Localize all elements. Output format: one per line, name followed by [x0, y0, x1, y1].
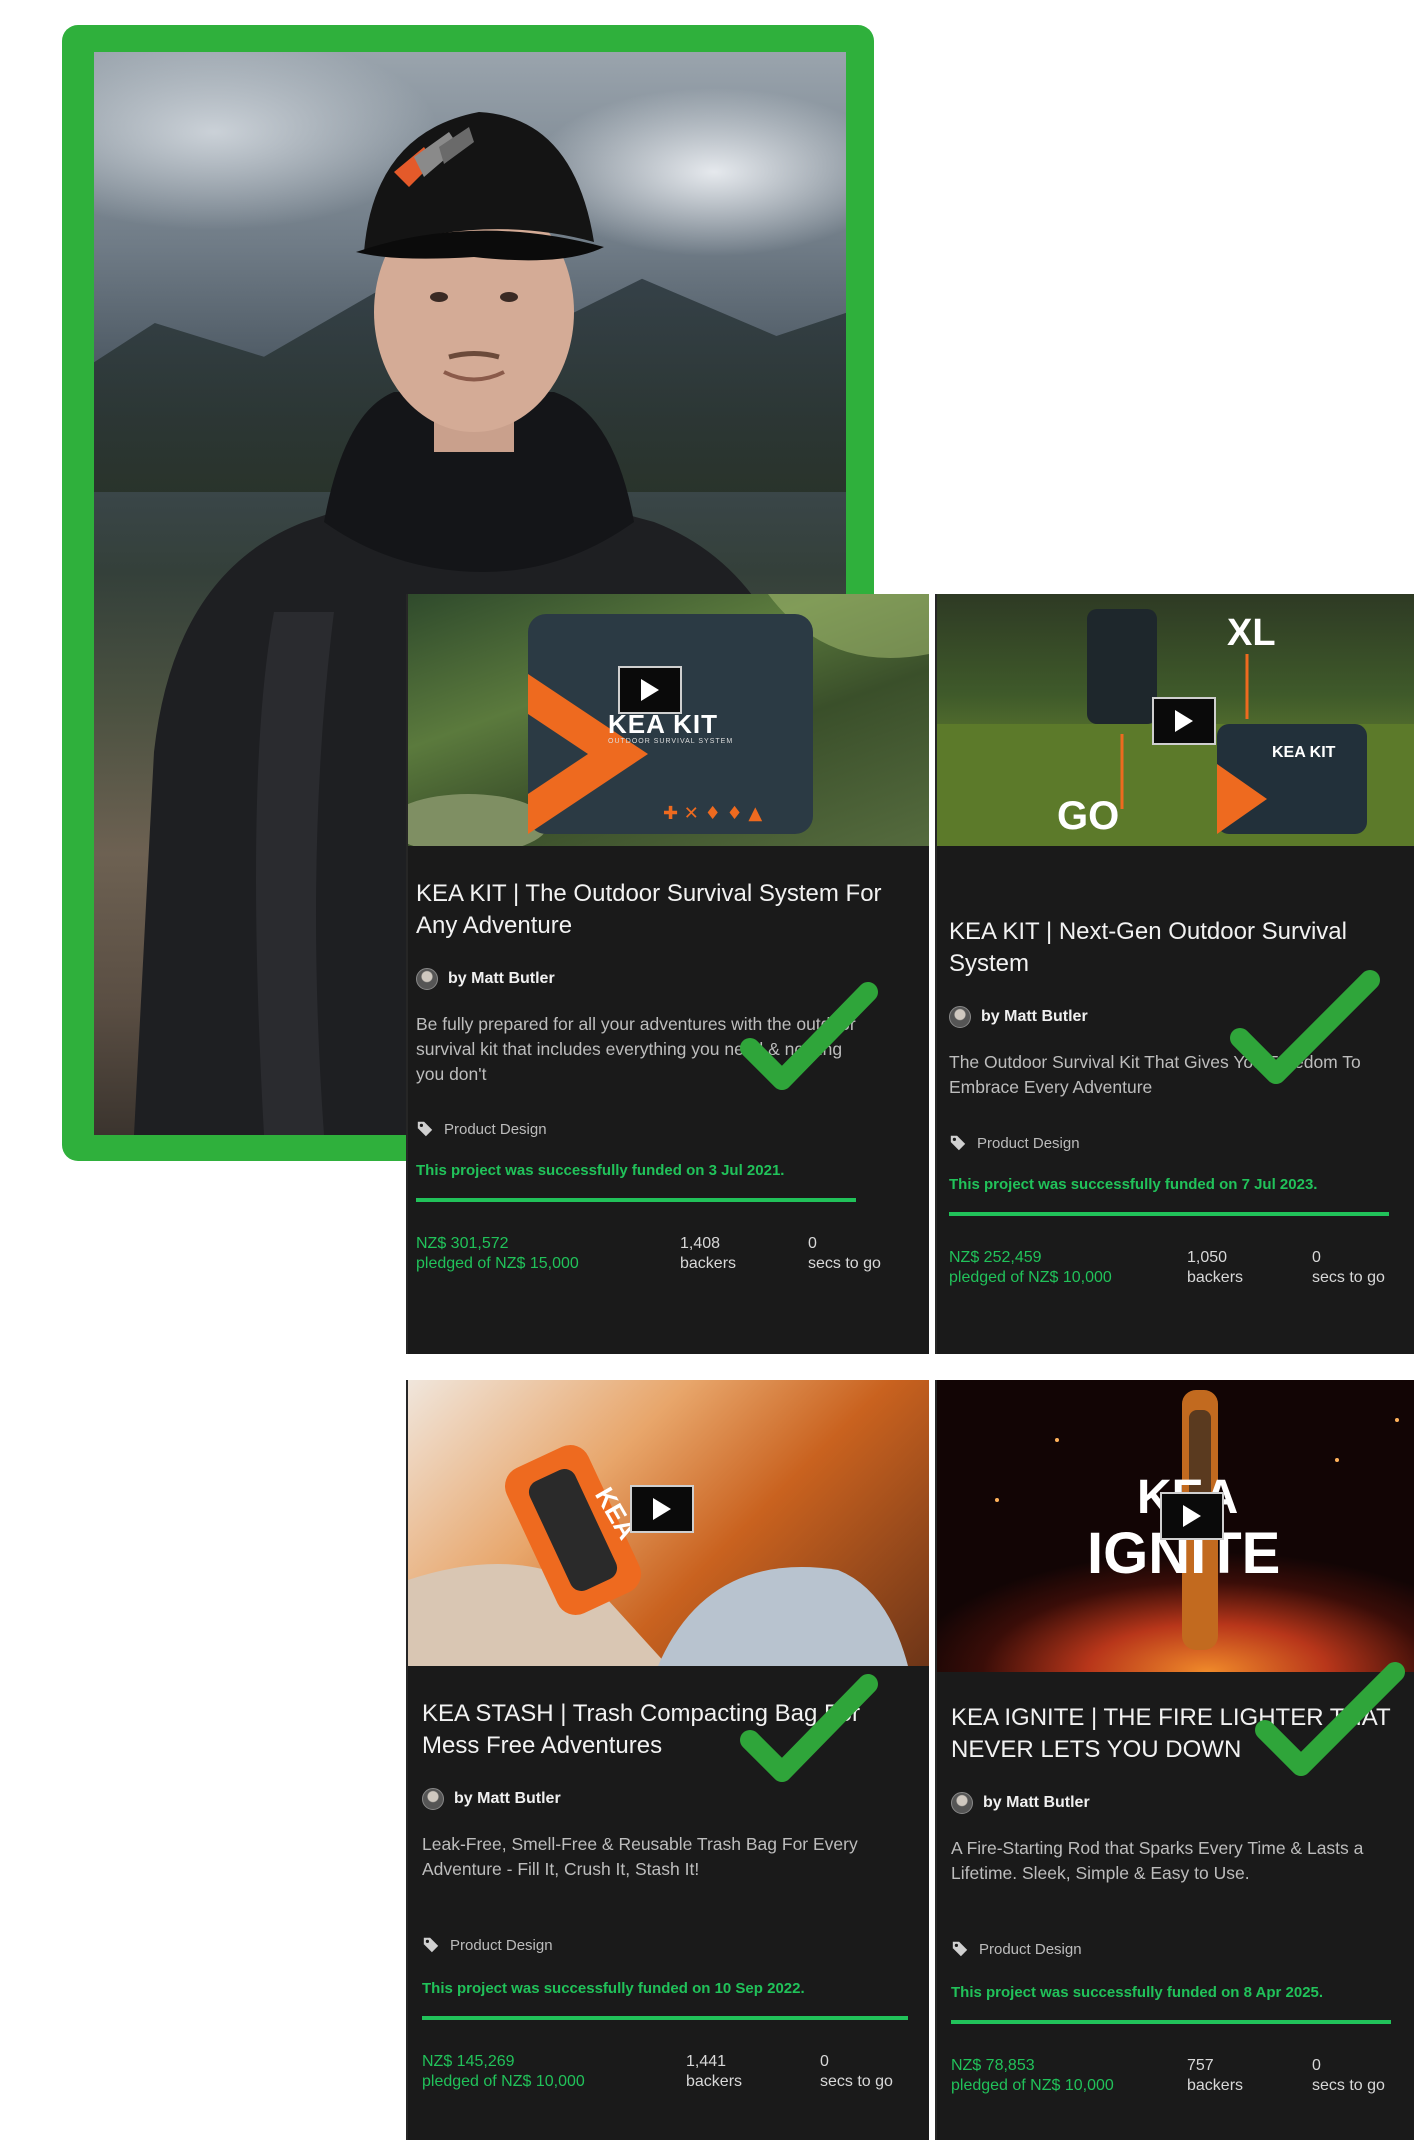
funding-progress-bar [949, 1212, 1389, 1216]
backers-count: 757 [1187, 2057, 1214, 2074]
secs-label: secs to go [820, 2073, 893, 2090]
pledged-stat: NZ$ 145,269 pledged of NZ$ 10,000 [422, 2052, 585, 2092]
checkmark-icon [740, 982, 878, 1090]
pledged-amount: NZ$ 252,459 [949, 1249, 1042, 1266]
creator-byline[interactable]: by Matt Butler [416, 968, 555, 990]
pledged-amount: NZ$ 145,269 [422, 2053, 515, 2070]
backers-stat: 1,050 backers [1187, 1248, 1243, 1288]
project-thumbnail[interactable]: XL GO KEA KIT [937, 594, 1414, 846]
checkmark-icon [1255, 1662, 1405, 1776]
funding-progress-bar [416, 1198, 856, 1202]
time-left-stat: 0 secs to go [1312, 1248, 1385, 1288]
pledged-amount: NZ$ 301,572 [416, 1235, 509, 1252]
time-left-stat: 0 secs to go [820, 2052, 893, 2092]
pledged-amount: NZ$ 78,853 [951, 2057, 1035, 2074]
secs-count: 0 [1312, 2057, 1321, 2074]
pledged-stat: NZ$ 252,459 pledged of NZ$ 10,000 [949, 1248, 1112, 1288]
backers-label: backers [1187, 2077, 1244, 2094]
avatar [422, 1788, 444, 1810]
creator-name: by Matt Butler [448, 970, 555, 987]
funding-progress-bar [951, 2020, 1391, 2024]
secs-label: secs to go [1312, 2077, 1385, 2094]
secs-label: secs to go [808, 1255, 881, 1272]
category-label: Product Design [979, 1940, 1082, 1958]
thumbnail-subbrand: OUTDOOR SURVIVAL SYSTEM [608, 738, 734, 745]
backers-stat: 757 backers [1187, 2056, 1243, 2096]
play-button[interactable] [630, 1485, 694, 1533]
play-button[interactable] [1152, 697, 1216, 745]
thumbnail-brand: KEA KIT [1272, 744, 1336, 761]
project-thumbnail[interactable]: ✚ ✕ ♦ ♦ ▲ KEA KIT OUTDOOR SURVIVAL SYSTE… [408, 594, 929, 846]
pledged-goal: pledged of NZ$ 15,000 [416, 1255, 579, 1272]
funded-status: This project was successfully funded on … [422, 1980, 805, 1997]
backers-count: 1,441 [686, 2053, 727, 2070]
tag-icon [423, 1937, 439, 1953]
category-label: Product Design [450, 1936, 553, 1954]
creator-name: by Matt Butler [983, 1794, 1090, 1811]
thumbnail-size-go: GO [1057, 794, 1120, 838]
avatar [951, 1792, 973, 1814]
creator-byline[interactable]: by Matt Butler [951, 1792, 1090, 1814]
secs-count: 0 [808, 1235, 817, 1252]
creator-name: by Matt Butler [454, 1790, 561, 1807]
avatar [949, 1006, 971, 1028]
project-blurb: Leak-Free, Smell-Free & Reusable Trash B… [422, 1834, 858, 1879]
creator-byline[interactable]: by Matt Butler [422, 1788, 561, 1810]
pledged-goal: pledged of NZ$ 10,000 [949, 1269, 1112, 1286]
pledged-goal: pledged of NZ$ 10,000 [422, 2073, 585, 2090]
category-label: Product Design [977, 1134, 1080, 1152]
funded-status: This project was successfully funded on … [949, 1176, 1318, 1193]
secs-count: 0 [820, 2053, 829, 2070]
project-title[interactable]: KEA KIT | The Outdoor Survival System Fo… [416, 878, 916, 942]
backers-count: 1,050 [1187, 1249, 1228, 1266]
time-left-stat: 0 secs to go [1312, 2056, 1385, 2096]
project-thumbnail[interactable]: KEA IGNITE [937, 1380, 1414, 1672]
play-icon [1175, 710, 1193, 732]
play-icon [1183, 1505, 1201, 1527]
creator-name: by Matt Butler [981, 1008, 1088, 1025]
funded-status: This project was successfully funded on … [416, 1162, 785, 1179]
pledged-goal: pledged of NZ$ 10,000 [951, 2077, 1114, 2094]
category-tag[interactable]: Product Design [416, 1120, 547, 1138]
play-button[interactable] [618, 666, 682, 714]
category-label: Product Design [444, 1120, 547, 1138]
creator-byline[interactable]: by Matt Butler [949, 1006, 1088, 1028]
backers-count: 1,408 [680, 1235, 721, 1252]
project-thumbnail[interactable]: KEA [408, 1380, 929, 1666]
funded-status: This project was successfully funded on … [951, 1984, 1324, 2001]
project-card-kea-kit[interactable]: ✚ ✕ ♦ ♦ ▲ KEA KIT OUTDOOR SURVIVAL SYSTE… [406, 594, 929, 1354]
funding-progress-bar [422, 2016, 908, 2020]
pledged-stat: NZ$ 301,572 pledged of NZ$ 15,000 [416, 1234, 579, 1274]
time-left-stat: 0 secs to go [808, 1234, 881, 1274]
play-icon [641, 679, 659, 701]
play-button[interactable] [1160, 1492, 1224, 1540]
avatar [416, 968, 438, 990]
play-icon [653, 1498, 671, 1520]
backers-label: backers [686, 2073, 743, 2090]
category-tag[interactable]: Product Design [422, 1936, 553, 1954]
tag-icon [950, 1135, 966, 1151]
backers-label: backers [1187, 1269, 1244, 1286]
category-tag[interactable]: Product Design [949, 1134, 1080, 1152]
backers-stat: 1,408 backers [680, 1234, 736, 1274]
backers-stat: 1,441 backers [686, 2052, 742, 2092]
secs-count: 0 [1312, 1249, 1321, 1266]
tag-icon [417, 1121, 433, 1137]
pledged-stat: NZ$ 78,853 pledged of NZ$ 10,000 [951, 2056, 1114, 2096]
category-tag[interactable]: Product Design [951, 1940, 1082, 1958]
backers-label: backers [680, 1255, 737, 1272]
thumbnail-size-xl: XL [1227, 612, 1276, 654]
checkmark-icon [1230, 970, 1380, 1084]
checkmark-icon [740, 1674, 878, 1782]
project-blurb: A Fire-Starting Rod that Sparks Every Ti… [951, 1838, 1364, 1883]
svg-text:✚ ✕ ♦ ♦ ▲: ✚ ✕ ♦ ♦ ▲ [663, 803, 762, 824]
secs-label: secs to go [1312, 1269, 1385, 1286]
tag-icon [952, 1941, 968, 1957]
